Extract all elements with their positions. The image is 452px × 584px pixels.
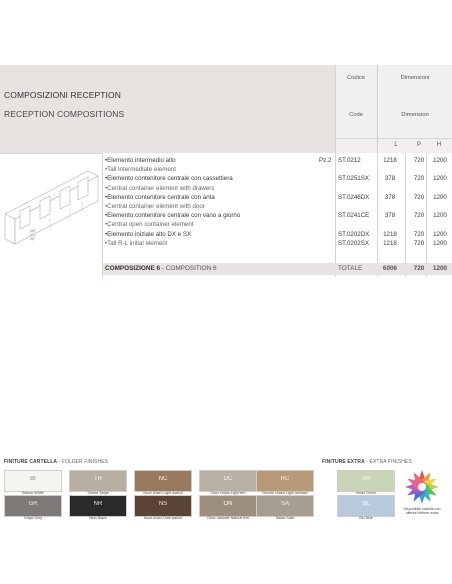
total-length: 6006 [382,265,398,272]
folder-finish-swatch: GR [4,495,62,517]
table-row: •Tall intermediate element [103,165,452,174]
folder-finish-swatch: BI [4,470,62,492]
row-code: ST.0251SX [338,175,369,183]
table-row: •Central open container element [103,220,452,229]
table-row: •Elemento intermedio alto Pz.2 ST.0212 1218… [103,156,452,165]
row-description: •Tall intermediate element [105,166,176,174]
swatch-label: Noce scuro Dark walnut [143,516,183,520]
row-depth: 720 [413,175,425,183]
row-code: ST.0246DX [338,193,370,201]
code-header: Code [349,112,363,118]
swatch-code: TR [94,476,102,482]
row-depth: 720 [413,230,425,238]
row-code: ST.0202SX [338,239,369,247]
folder-finish-swatch: RC [256,470,314,492]
extra-finishes-title: FINITURE EXTRA - EXTRA FINISHES [322,459,412,465]
swatch-label: Olmo naturale Natural elm [207,516,249,520]
row-depth: 720 [413,239,425,247]
folder-finish-swatch: OC [199,470,257,492]
total-depth: 720 [413,265,425,272]
row-height: 1200 [433,193,447,201]
row-length: 1218 [383,230,397,238]
table-row: •Elemento contenitore centrale con casse… [103,174,452,183]
dimensioni-header: Dimensioni [400,75,430,81]
row-length: 1218 [383,157,397,164]
folder-finishes-title: FINITURE CARTELLA - FOLDER FINISHES [4,459,109,465]
row-height: 1200 [433,239,447,247]
total-height: 1200 [432,265,448,272]
row-code: ST.0241CE [338,212,370,220]
dimension-letters-row: L P H [335,138,452,153]
row-description: •Elemento contenitore centrale con casse… [105,175,233,183]
folder-finish-swatch: NC [134,470,192,492]
swatch-code: SA [280,501,289,507]
extra-finish-swatch: VR [337,470,395,492]
table-row: •Tall R-L initial element ST.0202SX 1218 72… [103,239,452,248]
swatch-label: Nero Black [89,516,107,520]
row-depth: 720 [413,157,425,164]
extra-finish-swatch: BL [337,495,395,517]
color-wheel-icon [403,468,441,506]
swatch-label: Salice Sallo [275,516,295,520]
row-description: •Central container element with door [105,203,205,210]
swatch-label: Blu Blue [359,516,373,520]
row-length: 378 [384,212,396,220]
composition-total-row: COMPOSIZIONE 6 - COMPOSITION 6 TOTALE 60… [103,263,452,275]
folder-finish-swatch: SA [256,495,314,517]
total-label: TOTALE [338,265,363,272]
row-depth: 720 [413,193,425,201]
swatch-label: Grigio Grey [23,516,43,520]
swatch-code: RC [280,476,290,482]
row-description: •Elemento intermedio alto [105,157,176,164]
table-row: •Elemento contenitore centrale con vano … [103,211,452,220]
row-height: 1200 [433,230,447,238]
folder-finish-swatch: TR [69,470,127,492]
height-header: H [436,142,442,148]
folder-finish-swatch: NR [69,495,127,517]
page-title-it: COMPOSIZIONI RECEPTION [4,90,121,100]
folder-finish-swatch: ON [199,495,257,517]
row-code: ST.0212 [338,157,361,164]
table-row: •Elemento iniziale alto DX e SX ST.0202DX… [103,230,452,239]
row-description: •Central container element with drawers [105,184,215,192]
row-description: •Elemento iniziale alto DX e SX [105,230,192,238]
table-row: •Central container element with drawers [103,184,452,193]
extra-finishes-note: Disponibile cartella con ulteriori finit… [403,507,441,516]
swatch-code: VR [361,476,371,482]
swatch-code: BL [362,501,370,507]
swatch-code: NC [158,476,168,482]
row-pieces: Pz.2 [319,157,332,164]
swatch-code: GR [28,501,38,507]
dimension-header: Dimension [401,112,429,118]
swatch-code: ON [223,501,233,507]
row-description: •Tall R-L initial element [105,239,168,247]
swatch-code: NS [158,501,168,507]
row-length: 378 [384,193,396,201]
swatch-code: BI [30,476,36,482]
composition-image-panel [0,153,103,277]
row-height: 1200 [433,212,447,220]
row-description: •Elemento contenitore centrale con vano … [105,212,241,220]
row-height: 1200 [433,175,447,183]
folder-finish-swatch: NS [134,495,192,517]
codice-header: Codice [346,75,366,81]
table-row: •Central container element with door [103,202,452,211]
row-length: 378 [384,175,396,183]
row-code: ST.0202DX [338,230,370,238]
row-description: •Elemento contenitore centrale con anta [105,193,215,201]
row-length: 1218 [383,239,397,247]
length-header: L [394,142,398,148]
depth-header: P [416,142,421,148]
row-description: •Central open container element [105,221,194,229]
page-title-en: RECEPTION COMPOSITIONS [4,109,125,119]
row-depth: 720 [413,212,425,220]
swatch-code: NR [93,501,103,507]
swatch-code: OC [223,476,233,482]
reception-desk-drawing [4,170,99,245]
composition-label: COMPOSIZIONE 6 - COMPOSITION 6 [105,265,217,272]
row-height: 1200 [433,157,447,164]
table-row: •Elemento contenitore centrale con anta S… [103,193,452,202]
